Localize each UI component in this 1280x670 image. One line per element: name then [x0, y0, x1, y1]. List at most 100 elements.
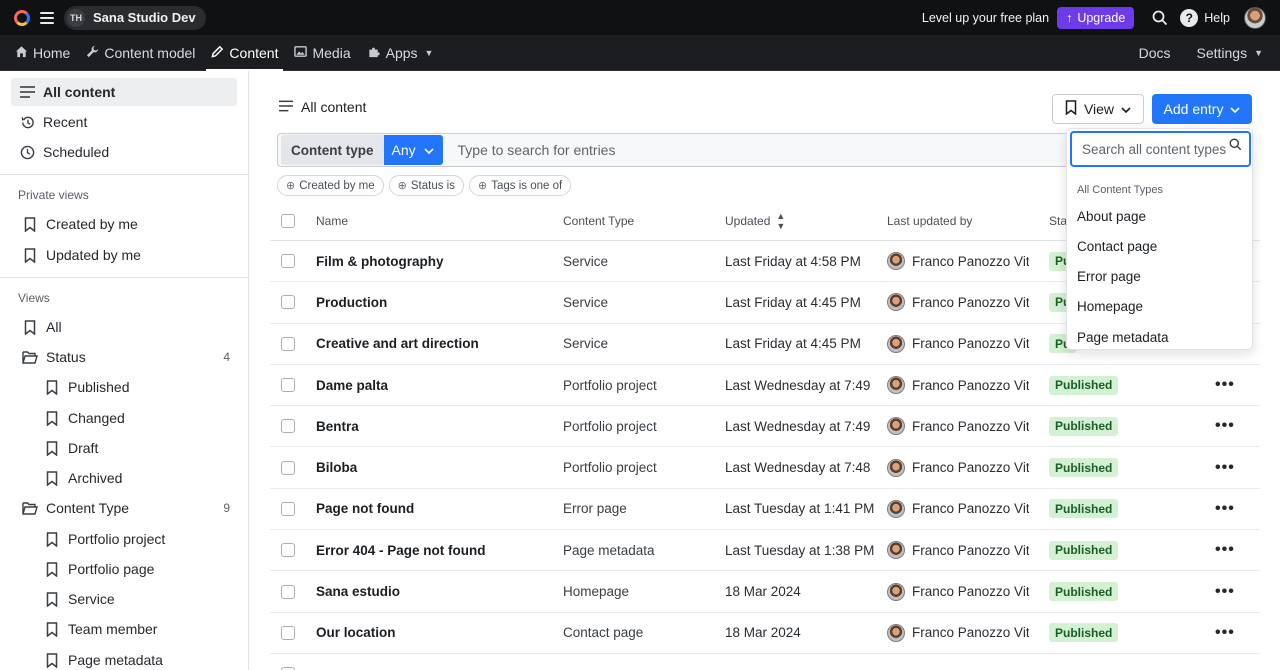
row-checkbox[interactable] — [281, 295, 295, 310]
sidebar-item-published[interactable]: Published — [44, 373, 130, 401]
help-button[interactable]: ? Help — [1180, 8, 1230, 27]
nav-content[interactable]: Content — [206, 35, 284, 71]
sidebar-item-all-content[interactable]: All content — [11, 78, 237, 106]
table-row[interactable]: Bentra Portfolio project Last Wednesday … — [270, 406, 1260, 448]
entry-name[interactable]: Our location — [316, 613, 556, 653]
table-row[interactable]: Our location Contact page 18 Mar 2024 Fr… — [270, 613, 1260, 654]
sidebar-item-portfolio-project[interactable]: Portfolio project — [44, 525, 165, 553]
row-checkbox[interactable] — [281, 625, 295, 640]
menu-icon[interactable] — [40, 11, 54, 24]
nav-settings[interactable]: Settings ▼ — [1191, 35, 1268, 71]
sidebar-item-draft[interactable]: Draft — [44, 434, 98, 462]
entry-name[interactable]: Production — [316, 282, 556, 322]
table-row[interactable]: Dame palta Portfolio project Last Wednes… — [270, 365, 1260, 407]
header-updated[interactable]: Updated ▲ ▼ — [725, 201, 880, 240]
entry-name[interactable]: Dame palta — [316, 365, 556, 405]
more-actions-icon[interactable]: ••• — [1215, 489, 1235, 529]
entry-name[interactable]: Error 404 - Page not found — [316, 530, 556, 570]
sidebar-item-archived[interactable]: Archived — [44, 464, 122, 492]
row-checkbox[interactable] — [281, 254, 295, 269]
more-actions-icon[interactable]: ••• — [1215, 613, 1235, 653]
dropdown-item-page-metadata[interactable]: Page metadata — [1077, 330, 1169, 345]
entry-updated: Last Friday at 4:45 PM — [725, 336, 861, 352]
more-actions-icon[interactable]: ••• — [1215, 406, 1235, 446]
entry-status-cell: Published — [1049, 571, 1119, 611]
row-checkbox[interactable] — [281, 543, 295, 558]
entry-name[interactable]: Biloba — [316, 447, 556, 487]
more-actions-icon[interactable]: ••• — [1215, 571, 1235, 611]
header-name[interactable]: Name — [316, 201, 556, 240]
select-all-checkbox[interactable] — [281, 213, 295, 228]
table-row[interactable]: Biloba Portfolio project Last Wednesday … — [270, 447, 1260, 489]
row-checkbox[interactable] — [281, 378, 295, 393]
header-content-type[interactable]: Content Type — [563, 201, 718, 240]
row-checkbox[interactable] — [281, 584, 295, 599]
entry-name[interactable]: Creative and art direction — [316, 324, 556, 364]
dropdown-item-contact-page[interactable]: Contact page — [1077, 239, 1157, 254]
folder-open-icon — [22, 349, 38, 365]
sidebar-item-label: Status — [46, 349, 86, 365]
row-checkbox[interactable] — [281, 460, 295, 475]
bookmark-icon — [44, 470, 60, 486]
row-checkbox[interactable] — [281, 336, 295, 351]
table-row[interactable]: Sana estudio Homepage 18 Mar 2024 Franco… — [270, 571, 1260, 613]
filter-chip-created-by-me[interactable]: ⊕ Created by me — [277, 175, 384, 196]
row-checkbox[interactable] — [281, 501, 295, 516]
sidebar-item-service[interactable]: Service — [44, 585, 115, 613]
sidebar-item-portfolio-page[interactable]: Portfolio page — [44, 555, 154, 583]
entry-name[interactable]: Film & photography — [316, 241, 556, 281]
dropdown-item-homepage[interactable]: Homepage — [1077, 299, 1143, 314]
entry-status-cell: Published — [1049, 489, 1119, 529]
entry-status-cell: Published — [1049, 447, 1119, 487]
header-status[interactable]: Sta — [1049, 201, 1067, 240]
filter-chip-tags[interactable]: ⊕ Tags is one of — [468, 175, 572, 196]
dropdown-item-about-page[interactable]: About page — [1077, 209, 1146, 224]
search-icon[interactable] — [1152, 10, 1168, 26]
search-input[interactable]: Type to search for entries — [458, 142, 616, 158]
upgrade-button[interactable]: ↑ Upgrade — [1057, 6, 1135, 29]
add-entry-button[interactable]: Add entry — [1152, 94, 1252, 124]
dropdown-item-error-page[interactable]: Error page — [1077, 269, 1141, 284]
entry-name[interactable]: Bentra — [316, 406, 556, 446]
entry-updated-by: Franco Panozzo Vitc — [887, 324, 1029, 364]
sidebar-item-updated-by-me[interactable]: Updated by me — [22, 241, 141, 269]
sidebar-item-page-metadata[interactable]: Page metadata — [44, 646, 163, 670]
sidebar-item-recent[interactable]: Recent — [19, 108, 87, 136]
sidebar-item-team-member[interactable]: Team member — [44, 615, 157, 643]
sidebar-item-changed[interactable]: Changed — [44, 404, 125, 432]
nav-media[interactable]: Media — [289, 35, 355, 71]
header-last-updated-by[interactable]: Last updated by — [887, 201, 1029, 240]
entry-updated-by-name: Franco Panozzo Vitc — [912, 460, 1029, 476]
nav-home[interactable]: Home — [10, 35, 75, 71]
entry-updated: Last Wednesday at 7:49 — [725, 418, 871, 434]
sidebar-item-all[interactable]: All — [22, 313, 62, 341]
sidebar-item-scheduled[interactable]: Scheduled — [19, 138, 109, 166]
sidebar-folder-status[interactable]: Status 4 — [22, 343, 230, 371]
entry-updated-by-name: Franco Panozzo Vitc — [912, 377, 1029, 393]
user-avatar[interactable] — [1244, 6, 1266, 29]
more-actions-icon[interactable]: ••• — [1215, 365, 1235, 405]
row-checkbox[interactable] — [281, 419, 295, 434]
filter-chip-status[interactable]: ⊕ Status is — [388, 175, 464, 196]
sidebar-folder-content-type[interactable]: Content Type 9 — [22, 494, 230, 522]
nav-content-model[interactable]: Content model — [81, 35, 200, 71]
contentful-logo-icon[interactable] — [14, 9, 30, 26]
nav-docs[interactable]: Docs — [1134, 35, 1176, 71]
content-type-search-input[interactable]: Search all content types — [1070, 131, 1251, 167]
table-row[interactable]: Page not found Error page Last Tuesday a… — [270, 489, 1260, 531]
plus-circle-icon: ⊕ — [477, 180, 488, 192]
more-actions-icon[interactable]: ••• — [1215, 530, 1235, 570]
content-type-select[interactable]: Any — [383, 135, 443, 165]
private-views-heading: Private views — [18, 188, 89, 202]
sidebar-item-created-by-me[interactable]: Created by me — [22, 210, 138, 238]
entry-updated-by: Franco Panozzo Vitc — [887, 489, 1029, 529]
nav-apps[interactable]: Apps ▼ — [362, 35, 439, 71]
status-badge: Published — [1049, 375, 1119, 395]
entry-name[interactable]: Page not found — [316, 489, 556, 529]
table-row[interactable]: Error 404 - Page not found Page metadata… — [270, 530, 1260, 572]
workspace-switcher[interactable]: TH Sana Studio Dev — [64, 5, 206, 30]
more-actions-icon[interactable]: ••• — [1215, 447, 1235, 487]
view-button[interactable]: View — [1052, 94, 1144, 124]
table-row-partial[interactable] — [270, 654, 1260, 670]
entry-name[interactable]: Sana estudio — [316, 571, 556, 611]
